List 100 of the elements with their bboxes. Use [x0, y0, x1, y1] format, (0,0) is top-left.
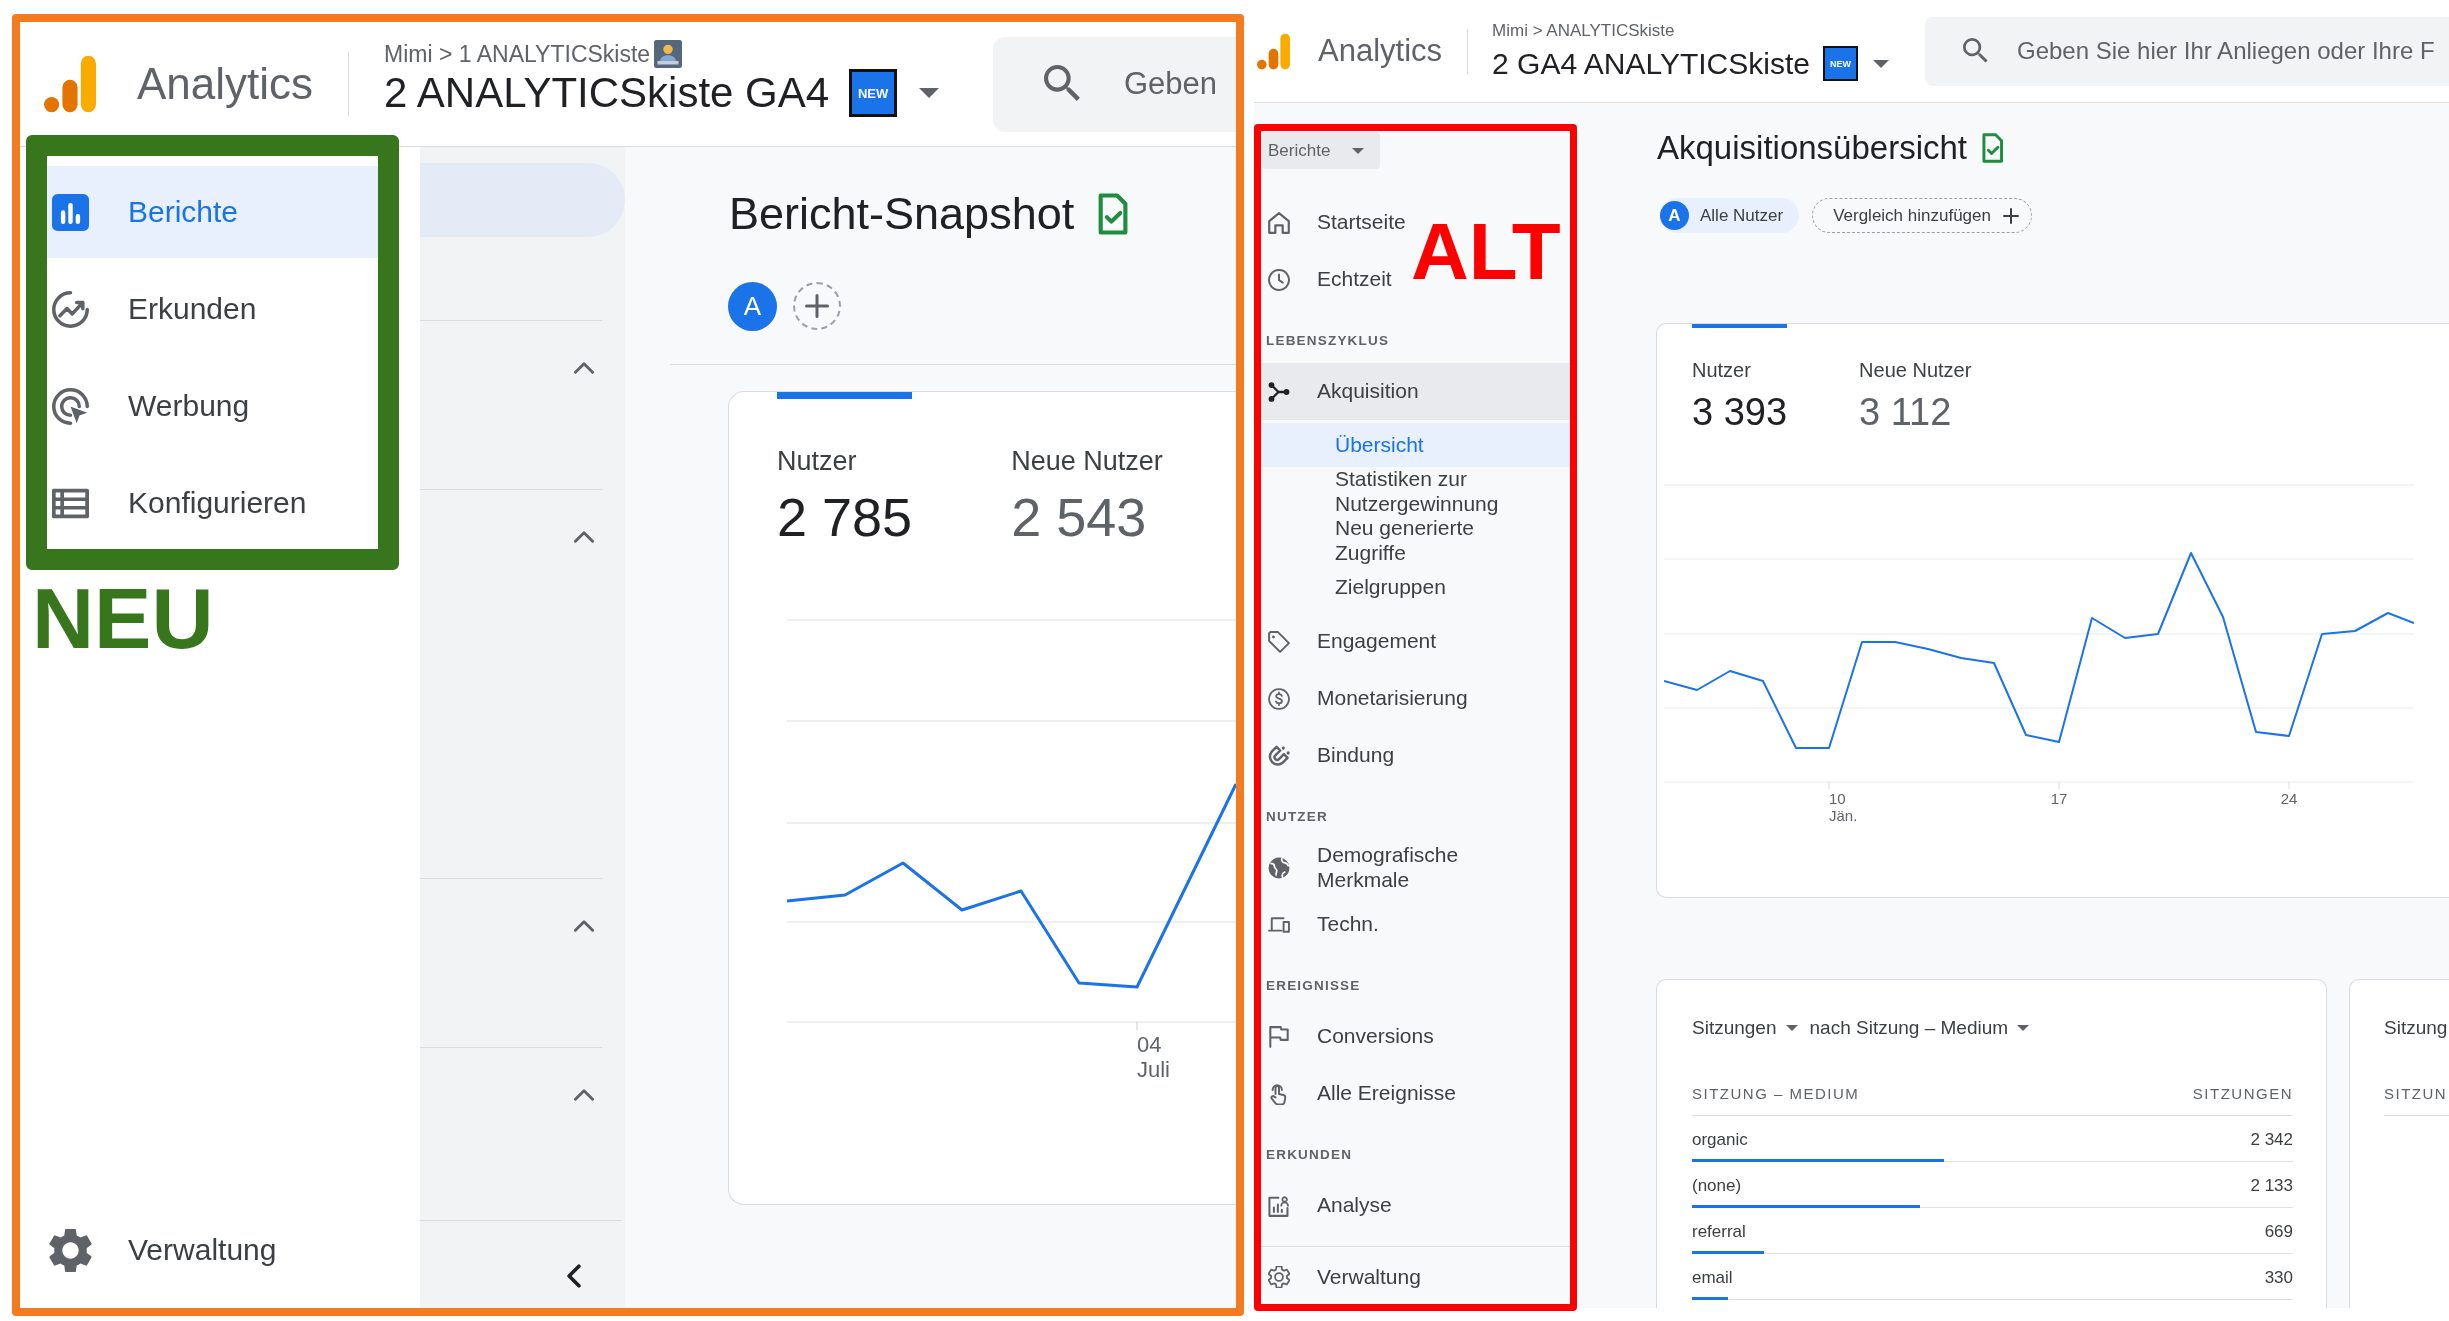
nav-item[interactable]: Statistiken zur Nutzergewinnung	[1261, 467, 1535, 516]
nav-item[interactable]: Demografische Merkmale	[1261, 839, 1517, 896]
plus-icon	[2003, 207, 2019, 224]
plus-icon	[805, 294, 829, 318]
metric-tab[interactable]: Neue Nutzer 2 543	[1011, 392, 1163, 548]
dollar-icon	[1268, 687, 1290, 710]
chevron-up-icon[interactable]	[574, 531, 594, 543]
new-badge: NEW	[849, 69, 898, 117]
nav-item[interactable]: Erkunden	[47, 263, 257, 355]
caret-down-icon	[1352, 147, 1365, 154]
nav-item[interactable]: Analyse	[1261, 1177, 1392, 1234]
nav-item[interactable]: Echtzeit	[1261, 251, 1392, 308]
settings-icon	[1268, 1266, 1290, 1288]
table-cell: 669	[2264, 1222, 2293, 1242]
section-heading: NUTZER	[1266, 808, 1328, 826]
axis-label: 04	[1137, 1032, 1162, 1057]
column-header: SITZUN	[2384, 1085, 2448, 1103]
table-cell: 2 342	[2250, 1130, 2293, 1150]
nav-item[interactable]: Werbung	[47, 360, 250, 452]
analysis-chart-icon	[1268, 1194, 1290, 1217]
annotation-label: ALT	[1411, 212, 1561, 292]
search-bar[interactable]: Geben	[993, 36, 1236, 132]
segment-avatar[interactable]: A	[728, 281, 777, 331]
clock-icon	[1268, 268, 1290, 291]
annotation-label: NEU	[32, 575, 214, 661]
section-heading: EREIGNISSE	[1266, 977, 1361, 995]
chevron-up-icon[interactable]	[574, 920, 594, 932]
metric-tab[interactable]: Nutzer 2 785	[777, 392, 913, 548]
cursor-target-icon	[52, 387, 89, 425]
search-icon	[1963, 38, 1989, 64]
nav-item[interactable]: Startseite	[1261, 194, 1406, 251]
globe-icon	[1268, 856, 1290, 879]
nav-item[interactable]: Techn.	[1261, 896, 1379, 953]
segment-chip[interactable]: A Alle Nutzer	[1660, 198, 1800, 233]
section-heading: ERKUNDEN	[1266, 1146, 1353, 1164]
nav-item[interactable]: Conversions	[1261, 1008, 1434, 1065]
caret-down-icon[interactable]	[919, 88, 940, 98]
axis-label: 17	[2050, 790, 2068, 807]
nav-item[interactable]: Monetarisierung	[1261, 670, 1468, 727]
chevron-left-icon[interactable]	[567, 1264, 581, 1288]
nav-item[interactable]: Übersicht	[1261, 423, 1570, 467]
breadcrumb[interactable]: Mimi > 1 ANALYTICSkiste	[384, 40, 651, 68]
segment-avatar: A	[1660, 201, 1689, 230]
table-cell: 2 133	[2250, 1176, 2293, 1196]
report-menu[interactable]: Berichte	[1262, 132, 1380, 169]
person-at-laptop-icon	[654, 40, 683, 68]
magnet-icon	[1268, 744, 1290, 767]
table-cell: referral	[1692, 1222, 1746, 1242]
nav-item[interactable]: Akquisition	[1261, 363, 1570, 420]
axis-label: 10	[1829, 790, 1846, 807]
document-check-icon	[1096, 193, 1129, 235]
table-cell: email	[1692, 1268, 1733, 1288]
chevron-up-icon[interactable]	[574, 1089, 594, 1101]
product-name: Analytics	[1318, 32, 1443, 70]
caret-down-icon	[1785, 1025, 1798, 1031]
nav-item[interactable]: Alle Ereignisse	[1261, 1065, 1456, 1122]
dimension-dropdown[interactable]: nach Sitzung – Medium	[1809, 1016, 2030, 1040]
bar-chart-icon	[52, 193, 89, 231]
column-header: SITZUNGEN	[2192, 1085, 2293, 1103]
branch-icon	[1268, 380, 1290, 403]
settings-icon	[49, 1228, 92, 1272]
add-comparison-button[interactable]	[793, 282, 841, 330]
property-name: 2 ANALYTICSkiste GA4	[384, 68, 830, 118]
tag-icon	[1268, 630, 1290, 653]
document-check-icon	[1981, 133, 2003, 163]
nav-item[interactable]: Neu generierte Zugriffe	[1261, 516, 1535, 565]
flag-icon	[1268, 1025, 1290, 1048]
new-badge: NEW	[1822, 46, 1858, 81]
nav-item[interactable]: Konfigurieren	[47, 457, 307, 549]
caret-down-icon[interactable]	[1872, 59, 1889, 68]
search-icon	[1044, 65, 1082, 103]
section-heading: LEBENSZYKLUS	[1266, 332, 1390, 350]
axis-label: Jän.	[1829, 807, 1858, 824]
search-input[interactable]: Geben	[1124, 66, 1234, 102]
analytics-logo-icon	[44, 55, 96, 113]
table-cell: (none)	[1692, 1176, 1742, 1196]
chevron-up-icon[interactable]	[574, 362, 594, 374]
column-header: SITZUNG – MEDIUM	[1692, 1085, 1860, 1103]
nav-item[interactable]: Engagement	[1261, 613, 1437, 670]
card-title: Sitzung	[2384, 1016, 2448, 1040]
metric-tab[interactable]: Neue Nutzer 3 112	[1859, 324, 1972, 434]
property-name: 2 GA4 ANALYTICSkiste	[1492, 45, 1810, 82]
trend-circle-icon	[52, 290, 89, 328]
axis-label: Juli	[1137, 1057, 1170, 1082]
nav-item[interactable]: Zielgruppen	[1261, 565, 1446, 609]
nav-item[interactable]: Verwaltung	[20, 1210, 277, 1290]
search-bar[interactable]: Geben Sie hier Ihr Anliegen oder Ihre F	[1925, 16, 2449, 86]
nav-item[interactable]: Berichte	[47, 166, 378, 258]
nav-item[interactable]: Bindung	[1261, 727, 1395, 784]
metric-tab[interactable]: Nutzer 3 393	[1692, 324, 1788, 434]
page-title: Akquisitionsübersicht	[1657, 128, 1967, 168]
home-icon	[1268, 211, 1290, 234]
table-cell: 330	[2264, 1268, 2293, 1288]
nav-item[interactable]: Verwaltung	[1261, 1250, 1421, 1304]
product-name: Analytics	[137, 58, 314, 110]
metric-dropdown[interactable]: Sitzungen	[1692, 1016, 1798, 1040]
breadcrumb[interactable]: Mimi > ANALYTICSkiste	[1492, 20, 1889, 41]
axis-label: 24	[2280, 790, 2298, 807]
caret-down-icon	[2017, 1025, 2030, 1031]
search-input[interactable]: Geben Sie hier Ihr Anliegen oder Ihre F	[2017, 37, 2449, 65]
